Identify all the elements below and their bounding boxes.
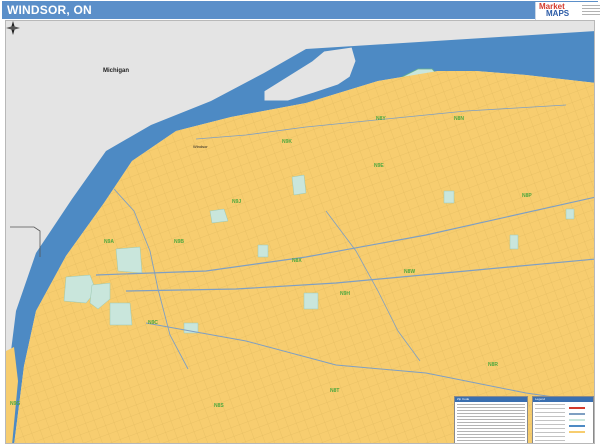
zip-label: N9H (340, 291, 351, 297)
state-label-michigan: Michigan (103, 68, 130, 74)
north-arrow-icon (6, 21, 20, 35)
legend-swatch-city (569, 431, 585, 433)
zip-label: N8N (454, 116, 465, 122)
park-mid-3 (303, 292, 319, 310)
map-canvas[interactable]: Michigan Windsor N9G N8S N8T N8R N8W N8X… (5, 20, 595, 444)
park-east-1 (509, 234, 519, 250)
map-title: WINDSOR, ON (7, 3, 92, 17)
city-label-windsor: Windsor (193, 144, 208, 149)
zip-label: N9C (148, 320, 159, 326)
title-bar: WINDSOR, ON Market MAPS (2, 1, 600, 20)
legend-swatch-park (569, 419, 585, 421)
legend-swatch-rail (569, 413, 585, 415)
park-north-1 (291, 174, 307, 196)
park-mid-1 (115, 246, 143, 274)
zip-label: N8Y (376, 116, 386, 122)
zip-panel-header: Zip Code (455, 397, 527, 402)
market-maps-logo: Market MAPS (535, 2, 600, 20)
legend-panel-title: Legend (535, 397, 546, 401)
zip-label: N9G (10, 401, 21, 407)
legend-swatch-highway (569, 407, 585, 409)
legend-panel: Legend (532, 396, 594, 443)
zip-code-index-panel: Zip Code (454, 396, 528, 443)
zip-label: N8T (330, 388, 340, 394)
legend-entries (535, 404, 565, 441)
zip-label: N9B (174, 239, 185, 245)
map-frame: WINDSOR, ON Market MAPS Michigan Windsor… (0, 0, 600, 448)
park-east-2 (565, 208, 575, 220)
zip-label: N8X (292, 258, 302, 264)
legend-swatch-water (569, 425, 585, 427)
zip-label: N8W (404, 269, 416, 275)
zip-label: N8P (522, 193, 532, 199)
zip-code-list (457, 404, 525, 442)
map-svg (6, 21, 594, 443)
zip-label: N8R (488, 362, 499, 368)
park-north-2 (443, 190, 455, 204)
logo-fine-print (582, 5, 600, 17)
zip-panel-title: Zip Code (457, 397, 470, 401)
zip-label: N9K (282, 139, 293, 145)
park-west-3 (109, 302, 133, 326)
zip-label: N8S (214, 403, 224, 409)
zip-label: N9E (374, 163, 384, 169)
logo-text-bottom: MAPS (546, 9, 570, 18)
legend-panel-header: Legend (533, 397, 593, 402)
zip-label: N9A (104, 239, 115, 245)
park-south-2 (257, 244, 269, 258)
zip-label: N9J (232, 199, 242, 205)
